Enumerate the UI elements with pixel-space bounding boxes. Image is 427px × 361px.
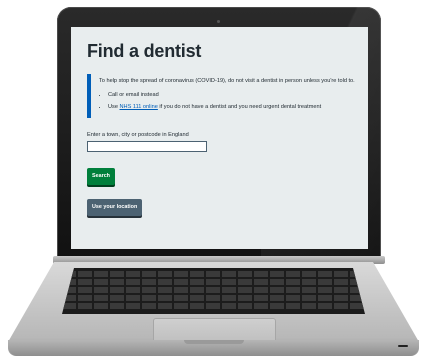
notice-intro: To help stop the spread of coronavirus (… [99,78,355,84]
key-row [62,303,365,309]
notice-item-prefix: Use [108,103,120,110]
page-title: Find a dentist [87,41,202,61]
notice-item-text: Call or email instead [108,91,159,98]
key-row [62,279,365,285]
key-row [62,295,365,301]
covid-notice: To help stop the spread of coronavirus (… [87,74,357,118]
notice-item-call: Call or email instead [108,91,357,100]
location-search-input[interactable] [87,140,207,152]
nhs-111-online-link[interactable]: NHS 111 online [120,104,158,110]
laptop-screen: Find a dentist To help stop the spread o… [71,27,368,249]
notice-item-suffix: if you do not have a dentist and you nee… [157,103,322,110]
key-row [62,287,365,293]
keyboard [62,268,365,314]
search-label: Enter a town, city or postcode in Englan… [87,131,189,138]
notice-list: Call or email instead Use NHS 111 online… [99,91,357,112]
power-led-icon [398,345,408,347]
key-row [62,271,365,277]
use-your-location-button[interactable]: Use your location [87,198,143,216]
camera-icon [217,20,220,23]
lid-notch [184,340,244,344]
laptop: Find a dentist To help stop the spread o… [0,0,427,361]
notice-item-nhs111: Use NHS 111 online if you do not have a … [108,103,357,112]
page-content: Find a dentist To help stop the spread o… [87,41,357,216]
search-button[interactable]: Search [87,167,115,185]
